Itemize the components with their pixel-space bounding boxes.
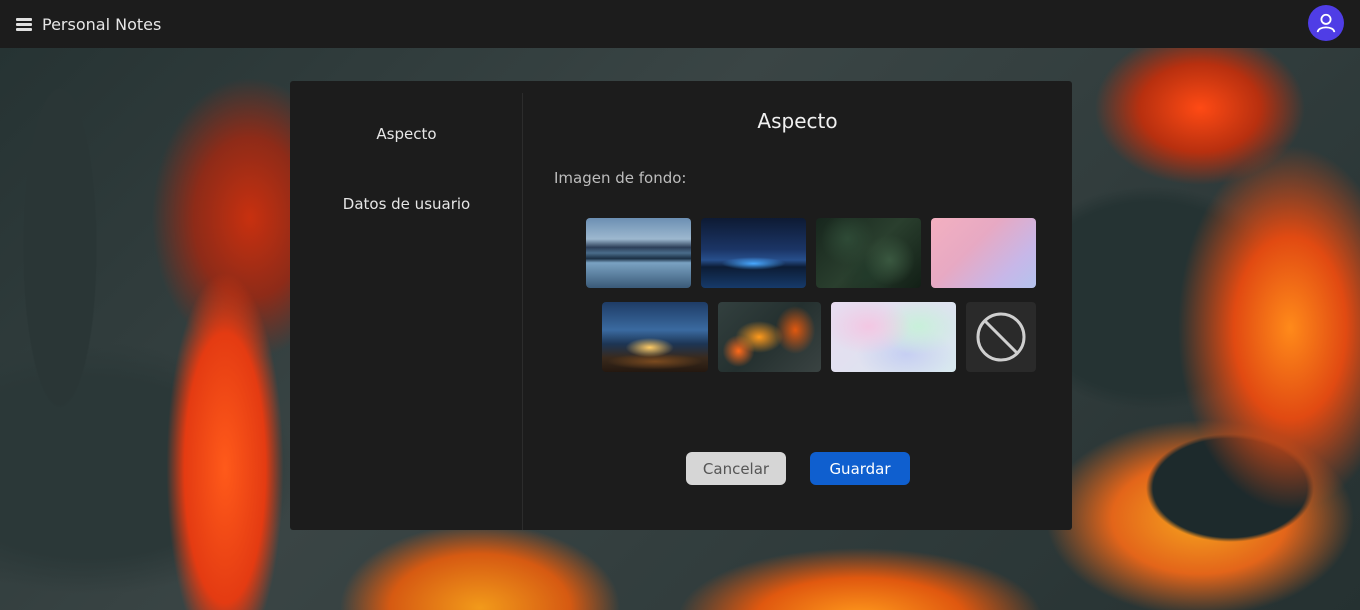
hamburger-menu-icon[interactable] [16,17,32,31]
sidebar-item-aspecto[interactable]: Aspecto [290,125,523,143]
cancel-button[interactable]: Cancelar [686,452,786,485]
user-icon [1316,13,1336,33]
no-image-icon [976,312,1026,362]
top-bar: Personal Notes [0,0,1360,48]
background-option-mountain-lake[interactable] [586,218,691,288]
background-option-night-city[interactable] [701,218,806,288]
background-option-none[interactable] [966,302,1036,372]
section-title: Aspecto [757,109,838,133]
settings-dialog: Aspecto Datos de usuario Aspecto Imagen … [290,81,1072,530]
avatar[interactable] [1308,5,1344,41]
save-button[interactable]: Guardar [810,452,910,485]
background-image-label: Imagen de fondo: [554,169,687,187]
sidebar-item-datos-de-usuario[interactable]: Datos de usuario [290,195,523,213]
background-option-lava-marble[interactable] [718,302,821,372]
app-title: Personal Notes [42,14,162,34]
settings-sidebar: Aspecto Datos de usuario [290,93,523,530]
background-option-dark-leaves[interactable] [816,218,921,288]
settings-content: Aspecto Imagen de fondo: Cancelar Guarda… [523,81,1072,530]
background-option-pink-gradient[interactable] [931,218,1036,288]
background-option-pastel-gradient[interactable] [831,302,956,372]
background-option-beach-dinner[interactable] [602,302,708,372]
